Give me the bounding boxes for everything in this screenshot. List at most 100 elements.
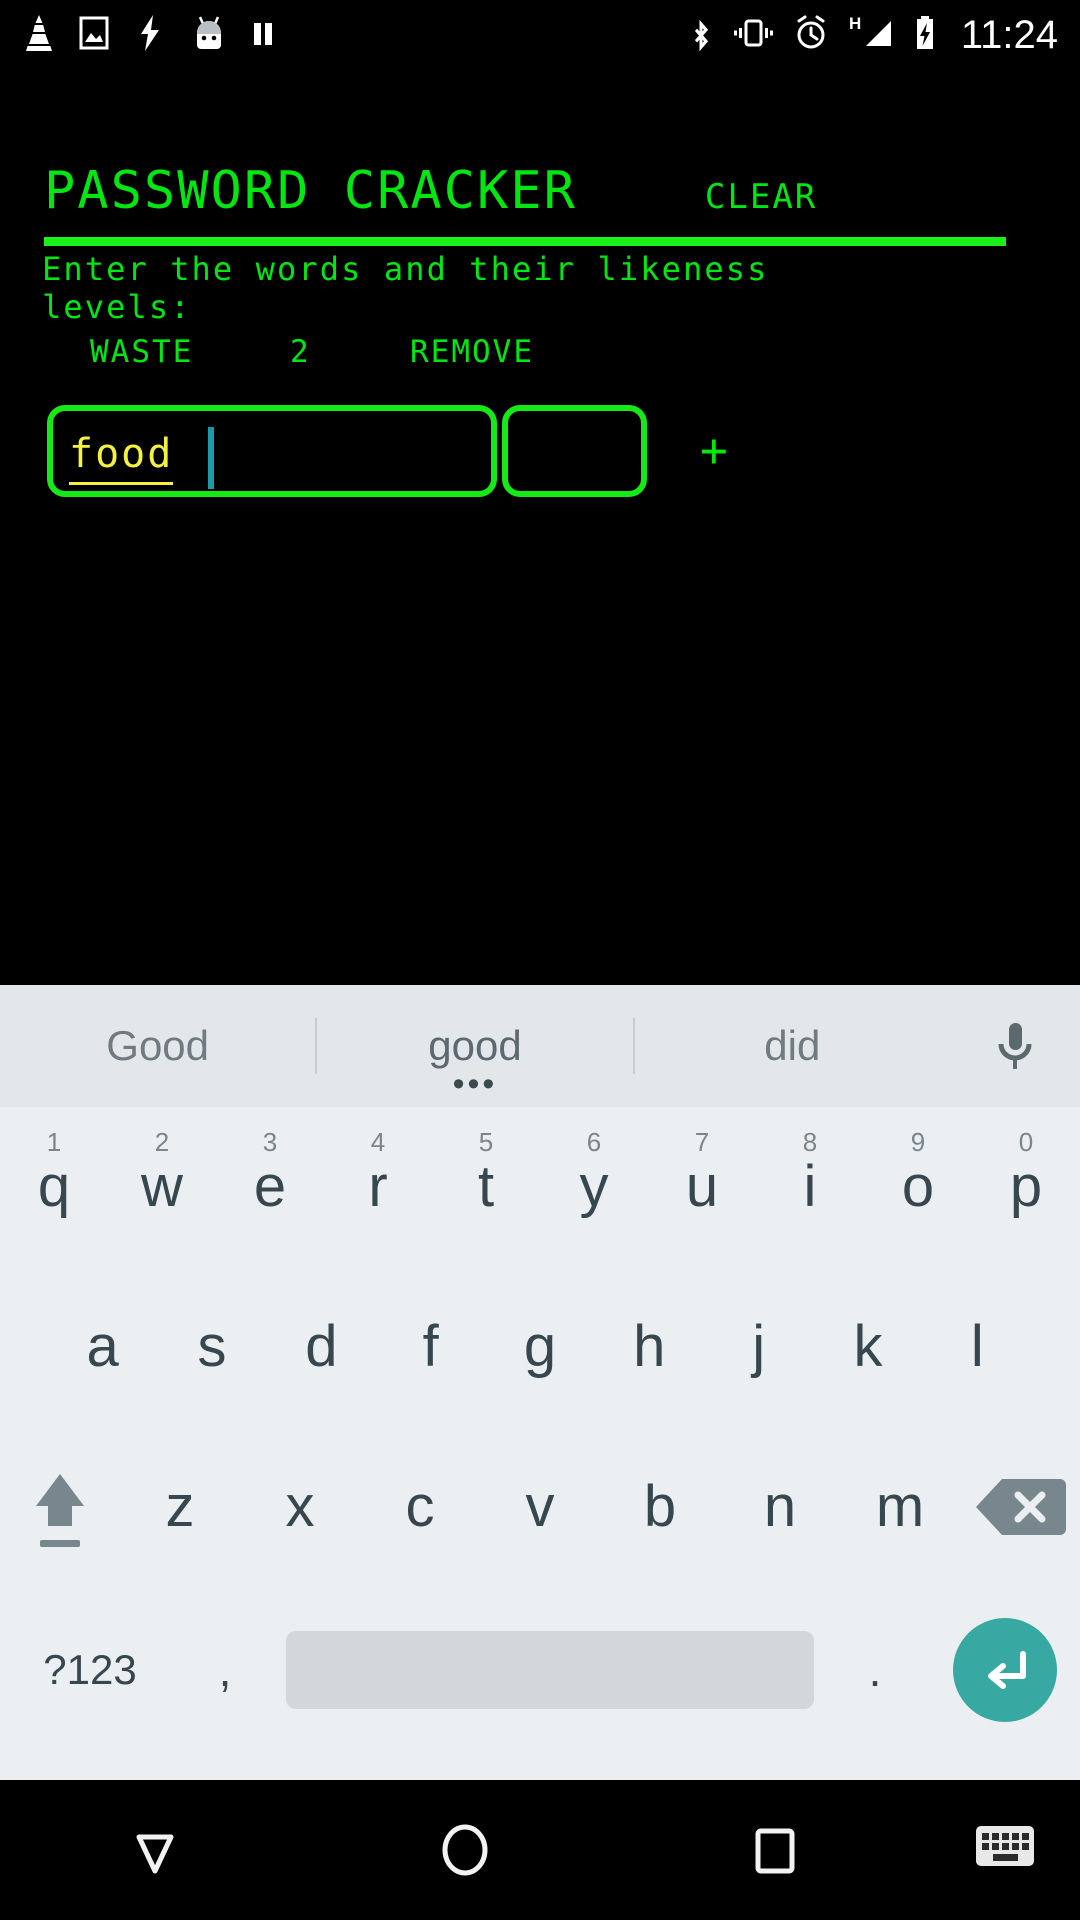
word-entry-row: food + xyxy=(0,405,1080,505)
status-bar-left-icons xyxy=(0,13,276,58)
key-b[interactable]: b xyxy=(600,1427,720,1587)
bluetooth-icon xyxy=(687,12,715,59)
key-v-label: v xyxy=(525,1474,555,1539)
key-q-label: q xyxy=(37,1154,71,1219)
key-s[interactable]: s xyxy=(157,1267,266,1427)
key-e-number: 3 xyxy=(262,1127,278,1157)
key-m-label: m xyxy=(875,1474,925,1539)
key-u-label: u xyxy=(685,1154,719,1219)
key-i-label: i xyxy=(803,1154,817,1219)
key-t-number: 5 xyxy=(478,1127,494,1157)
symbols-key[interactable]: ?123 xyxy=(10,1646,170,1694)
key-a[interactable]: a xyxy=(48,1267,157,1427)
key-r-label: r xyxy=(368,1154,388,1219)
phone-screen: H 11:24 PASSWORD CRACKER CLEAR Enter the… xyxy=(0,0,1080,1920)
comma-key-label: , xyxy=(218,1643,232,1696)
space-key[interactable] xyxy=(286,1630,814,1709)
key-d-label: d xyxy=(305,1314,338,1379)
key-y-number: 6 xyxy=(586,1127,602,1157)
pause-icon xyxy=(250,13,276,58)
back-triangle-icon xyxy=(136,1834,174,1874)
key-d[interactable]: d xyxy=(267,1267,376,1427)
text-caret xyxy=(208,427,214,489)
soft-keyboard: Good good ••• did 1 q 2 w 3 e 4 r 5 t 6 … xyxy=(0,985,1080,1780)
enter-key[interactable] xyxy=(930,1617,1080,1722)
recents-button[interactable] xyxy=(620,1780,930,1920)
back-button[interactable] xyxy=(0,1780,310,1920)
key-m[interactable]: m xyxy=(840,1427,960,1587)
key-w[interactable]: 2 w xyxy=(108,1107,216,1267)
suggestion-1[interactable]: good ••• xyxy=(317,1022,632,1102)
shift-arrow-icon xyxy=(36,1474,84,1547)
key-r[interactable]: 4 r xyxy=(324,1107,432,1267)
microphone-icon[interactable] xyxy=(950,1015,1080,1077)
key-g[interactable]: g xyxy=(485,1267,594,1427)
key-e-label: e xyxy=(253,1154,287,1219)
key-h-label: h xyxy=(633,1314,666,1379)
key-t[interactable]: 5 t xyxy=(432,1107,540,1267)
key-x-label: x xyxy=(285,1474,315,1539)
period-key[interactable]: . xyxy=(820,1643,930,1697)
keyboard-rows: 1 q 2 w 3 e 4 r 5 t 6 y 7 u 8 i 9 o 0 p … xyxy=(0,1107,1080,1780)
shift-key[interactable] xyxy=(0,1427,120,1587)
key-i[interactable]: 8 i xyxy=(756,1107,864,1267)
key-z[interactable]: z xyxy=(120,1427,240,1587)
key-t-label: t xyxy=(477,1154,495,1219)
key-a-label: a xyxy=(86,1314,119,1379)
backspace-key[interactable] xyxy=(960,1427,1080,1587)
keyboard-row-1: 1 q 2 w 3 e 4 r 5 t 6 y 7 u 8 i 9 o 0 p xyxy=(0,1107,1080,1267)
key-s-label: s xyxy=(197,1314,227,1379)
hide-keyboard-button[interactable] xyxy=(930,1780,1080,1920)
suggestion-2[interactable]: did xyxy=(635,1025,950,1067)
key-y[interactable]: 6 y xyxy=(540,1107,648,1267)
suggestion-1-label: good xyxy=(428,1022,522,1069)
home-circle-icon xyxy=(442,1824,488,1876)
vibrate-icon xyxy=(731,12,775,59)
key-p[interactable]: 0 p xyxy=(972,1107,1080,1267)
key-u-number: 7 xyxy=(694,1127,710,1157)
key-h[interactable]: h xyxy=(595,1267,704,1427)
column-header-level: 2 xyxy=(290,334,311,370)
key-k[interactable]: k xyxy=(813,1267,922,1427)
level-input[interactable] xyxy=(502,405,647,497)
key-n-label: n xyxy=(763,1474,797,1539)
key-l[interactable]: l xyxy=(923,1267,1032,1427)
keyboard-row-3: z x c v b n m xyxy=(0,1427,1080,1587)
key-i-number: 8 xyxy=(802,1127,818,1157)
keyboard-row-4: ?123 , . xyxy=(0,1587,1080,1752)
battery-charging-icon xyxy=(911,12,939,59)
key-q[interactable]: 1 q xyxy=(0,1107,108,1267)
svg-text:H: H xyxy=(849,14,861,33)
backspace-icon xyxy=(976,1479,1066,1535)
add-row-button[interactable]: + xyxy=(700,427,728,473)
key-o-number: 9 xyxy=(910,1127,926,1157)
page-title: PASSWORD CRACKER xyxy=(44,161,577,221)
key-o-label: o xyxy=(901,1154,935,1219)
key-f-label: f xyxy=(422,1314,439,1379)
period-key-label: . xyxy=(868,1643,882,1696)
column-header-remove: REMOVE xyxy=(410,334,534,370)
key-n[interactable]: n xyxy=(720,1427,840,1587)
word-input[interactable]: food xyxy=(47,405,497,497)
key-e[interactable]: 3 e xyxy=(216,1107,324,1267)
home-button[interactable] xyxy=(310,1780,620,1920)
hspa-signal-icon: H xyxy=(847,12,895,59)
clear-button[interactable]: CLEAR xyxy=(705,180,817,214)
key-r-number: 4 xyxy=(370,1127,386,1157)
image-icon xyxy=(78,13,110,58)
key-u[interactable]: 7 u xyxy=(648,1107,756,1267)
enter-key-circle xyxy=(953,1617,1057,1722)
key-v[interactable]: v xyxy=(480,1427,600,1587)
comma-key[interactable]: , xyxy=(170,1643,280,1697)
key-o[interactable]: 9 o xyxy=(864,1107,972,1267)
key-j[interactable]: j xyxy=(704,1267,813,1427)
key-x[interactable]: x xyxy=(240,1427,360,1587)
header-divider xyxy=(44,237,1006,246)
key-y-label: y xyxy=(579,1154,609,1219)
column-headers: WASTE 2 REMOVE xyxy=(42,332,1042,372)
key-p-label: p xyxy=(1009,1154,1043,1219)
key-f[interactable]: f xyxy=(376,1267,485,1427)
key-b-label: b xyxy=(643,1474,677,1539)
key-c[interactable]: c xyxy=(360,1427,480,1587)
suggestion-0[interactable]: Good xyxy=(0,1025,315,1067)
